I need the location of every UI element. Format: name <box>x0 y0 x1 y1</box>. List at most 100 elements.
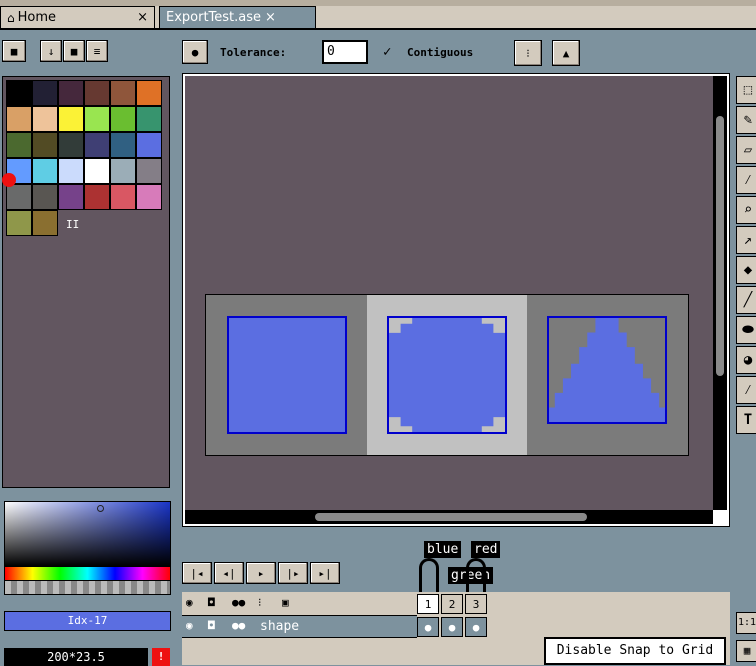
palette-swatch[interactable] <box>6 80 32 106</box>
palette-swatch[interactable] <box>32 210 58 236</box>
new-layer-icon[interactable]: ▣ <box>282 596 289 609</box>
ink-button[interactable]: ▲ <box>552 40 580 66</box>
move-tool[interactable]: ↗ <box>736 226 756 254</box>
cel-3[interactable]: ● <box>465 617 487 637</box>
palette-swatch[interactable] <box>84 158 110 184</box>
zoom-button[interactable]: 1:1 <box>736 612 756 634</box>
palette-swatch[interactable] <box>136 80 162 106</box>
blur-tool[interactable]: ⁄ <box>736 376 756 404</box>
menu-icon: ≡ <box>93 44 101 58</box>
pencil-icon: ✎ <box>743 112 753 128</box>
palette-swatch[interactable] <box>32 184 58 210</box>
palette-swatch[interactable] <box>136 106 162 132</box>
palette-swatch[interactable] <box>32 80 58 106</box>
layer-lock-icon[interactable]: ◘ <box>208 619 215 632</box>
palette-swatch[interactable] <box>58 184 84 210</box>
grid-icon[interactable]: ▦ <box>736 640 756 662</box>
hue-slider[interactable] <box>4 566 171 581</box>
palette-swatch[interactable] <box>110 158 136 184</box>
eyedropper-tool[interactable]: ⁄ <box>736 166 756 194</box>
palette-swatch[interactable] <box>136 132 162 158</box>
palette-swatch[interactable] <box>6 184 32 210</box>
frame-header-3[interactable]: 3 <box>465 594 487 614</box>
next-frame-button[interactable]: |▸ <box>278 562 308 584</box>
palette-swatch[interactable] <box>58 132 84 158</box>
marquee-tool[interactable]: ⬚ <box>736 76 756 104</box>
frame-header-1[interactable]: 1 <box>417 594 439 614</box>
palette-down-button[interactable]: ↓ <box>40 40 62 62</box>
eye-icon[interactable]: ◉ <box>186 596 193 609</box>
line-tool[interactable]: ╱ <box>736 286 756 314</box>
first-frame-button[interactable]: |◂ <box>182 562 212 584</box>
disable-snap-label: Disable Snap to Grid <box>556 643 714 658</box>
vertical-scroll-thumb[interactable] <box>716 116 724 376</box>
layer-row[interactable]: ◉ ◘ ●● shape <box>182 616 417 638</box>
horizontal-scroll-thumb[interactable] <box>315 513 587 521</box>
palette-swatch[interactable] <box>58 80 84 106</box>
cel-1[interactable]: ● <box>417 617 439 637</box>
palette-swatch[interactable] <box>110 80 136 106</box>
eraser-tool[interactable]: ▱ <box>736 136 756 164</box>
palette-swatch[interactable] <box>110 106 136 132</box>
palette-swatch[interactable] <box>6 210 32 236</box>
color-picker-field[interactable] <box>4 501 171 567</box>
palette-swatch[interactable] <box>32 158 58 184</box>
ellipse-tool[interactable]: ⬬ <box>736 316 756 344</box>
home-icon: ⌂ <box>7 10 15 25</box>
text-tool[interactable]: T <box>736 406 756 434</box>
tab-exporttest[interactable]: ExportTest.ase × <box>159 6 316 28</box>
tab-home[interactable]: ⌂ Home × <box>0 6 155 28</box>
layer-group-icon[interactable]: ⁝ <box>258 596 262 609</box>
contiguous-checkbox[interactable]: ✓ <box>383 44 391 60</box>
fill-mode-button[interactable]: ● <box>182 40 208 64</box>
palette-swatch[interactable] <box>84 184 110 210</box>
palette-swatch[interactable] <box>32 132 58 158</box>
pencil-tool[interactable]: ✎ <box>736 106 756 134</box>
last-frame-button[interactable]: ▸| <box>310 562 340 584</box>
color-picker-cursor[interactable] <box>97 505 104 512</box>
palette-swatch[interactable] <box>58 158 84 184</box>
prev-frame-button[interactable]: ◂| <box>214 562 244 584</box>
palette-menu-button[interactable]: ≡ <box>86 40 108 62</box>
tag-red[interactable]: red <box>471 541 501 558</box>
lock-button[interactable]: ■ <box>2 40 26 62</box>
lock-icon[interactable]: ◘ <box>208 596 215 609</box>
alpha-slider[interactable] <box>4 580 171 595</box>
frame-header-2[interactable]: 2 <box>441 594 463 614</box>
palette-swatch[interactable] <box>84 106 110 132</box>
play-icon: ▸ <box>257 566 265 580</box>
palette-swatch[interactable] <box>58 106 84 132</box>
palette-swatch[interactable] <box>6 132 32 158</box>
palette-square-button[interactable]: ■ <box>63 40 85 62</box>
palette-swatch[interactable] <box>136 158 162 184</box>
color-index-bar[interactable]: Idx-17 <box>4 611 171 631</box>
palette-more[interactable]: II <box>66 218 79 231</box>
play-button[interactable]: ▸ <box>246 562 276 584</box>
vertical-scrollbar[interactable] <box>713 76 727 510</box>
palette-swatch[interactable] <box>110 132 136 158</box>
close-icon[interactable]: × <box>137 10 148 25</box>
palette-swatch[interactable] <box>32 106 58 132</box>
layer-name[interactable]: shape <box>260 619 299 634</box>
cel-2[interactable]: ● <box>441 617 463 637</box>
palette-swatch[interactable] <box>84 80 110 106</box>
close-icon[interactable]: × <box>265 10 276 25</box>
disable-snap-button[interactable]: Disable Snap to Grid <box>544 637 726 665</box>
tolerance-input[interactable]: 0 <box>322 40 368 64</box>
pixel-connectivity-button[interactable]: ⁝ <box>514 40 542 66</box>
palette-swatch[interactable] <box>84 132 110 158</box>
frame-number: 1 <box>424 597 432 611</box>
horizontal-scrollbar[interactable] <box>185 510 713 524</box>
link-icon[interactable]: ●● <box>232 596 245 609</box>
zoom-tool[interactable]: ⌕ <box>736 196 756 224</box>
lock-icon: ■ <box>10 44 18 58</box>
layer-eye-icon[interactable]: ◉ <box>186 619 193 632</box>
warning-button[interactable]: ! <box>152 648 170 666</box>
layer-link-icon[interactable]: ●● <box>232 619 245 632</box>
palette-swatch[interactable] <box>110 184 136 210</box>
tag-blue[interactable]: blue <box>424 541 462 558</box>
palette-swatch[interactable] <box>136 184 162 210</box>
fill-tool[interactable]: ◆ <box>736 256 756 284</box>
palette-swatch[interactable] <box>6 106 32 132</box>
contour-tool[interactable]: ◕ <box>736 346 756 374</box>
